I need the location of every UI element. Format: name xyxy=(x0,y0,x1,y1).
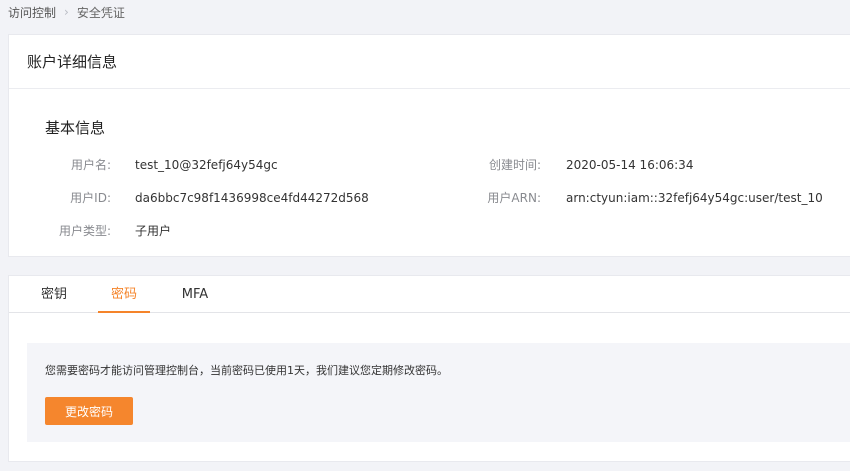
breadcrumb: 访问控制 › 安全凭证 xyxy=(8,4,125,20)
tab-password[interactable]: 密码 xyxy=(98,276,150,313)
account-details-title: 账户详细信息 xyxy=(9,35,850,89)
user-arn-value: arn:ctyun:iam::32fefj64y54gc:user/test_1… xyxy=(566,191,823,205)
tab-access-keys[interactable]: 密钥 xyxy=(31,276,77,312)
breadcrumb-item-security-credentials: 安全凭证 xyxy=(76,5,125,20)
user-id-value: da6bbc7c98f1436998ce4fd44272d568 xyxy=(135,191,369,205)
password-panel: 您需要密码才能访问管理控制台，当前密码已使用1天，我们建议您定期修改密码。 更改… xyxy=(27,343,850,442)
username-label: 用户名: xyxy=(70,158,111,172)
user-type-value: 子用户 xyxy=(135,224,172,238)
credentials-tabs: 密钥 密码 MFA xyxy=(9,276,850,313)
credentials-card: 密钥 密码 MFA 您需要密码才能访问管理控制台，当前密码已使用1天，我们建议您… xyxy=(8,275,850,462)
account-details-card: 账户详细信息 基本信息 用户名: test_10@32fefj64y54gc 创… xyxy=(8,34,850,257)
breadcrumb-item-access-control[interactable]: 访问控制 xyxy=(8,4,56,21)
password-usage-message: 您需要密码才能访问管理控制台，当前密码已使用1天，我们建议您定期修改密码。 xyxy=(45,364,448,377)
created-time-value: 2020-05-14 16:06:34 xyxy=(566,158,694,172)
user-arn-label: 用户ARN: xyxy=(487,191,541,205)
user-type-label: 用户类型: xyxy=(58,224,111,238)
username-value: test_10@32fefj64y54gc xyxy=(135,158,278,172)
user-id-label: 用户ID: xyxy=(70,191,111,205)
breadcrumb-separator-icon: › xyxy=(64,5,69,19)
tab-mfa[interactable]: MFA xyxy=(172,276,218,312)
basic-info-title: 基本信息 xyxy=(45,119,106,137)
change-password-button[interactable]: 更改密码 xyxy=(45,397,133,425)
created-time-label: 创建时间: xyxy=(488,158,541,172)
